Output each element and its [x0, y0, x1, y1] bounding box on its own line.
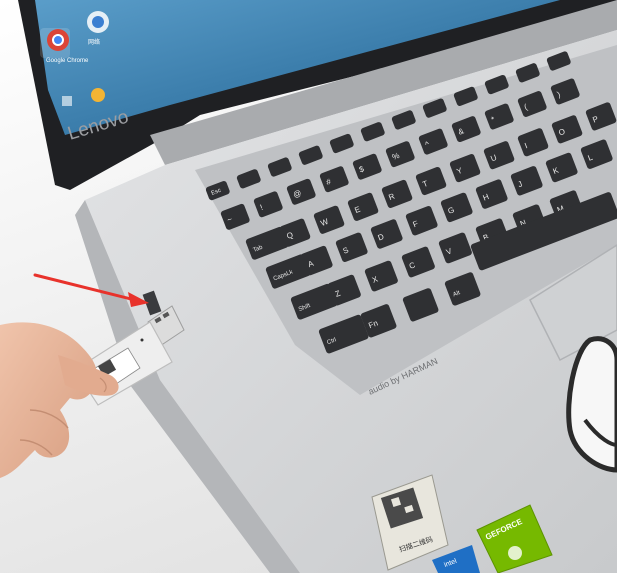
photo-scene: Google Chrome 网络 Lenovo Esc ~! @ # $% ^ & *() Ta…	[0, 0, 617, 573]
folder-icon[interactable]	[91, 88, 105, 102]
network-icon[interactable]	[87, 11, 109, 33]
hand	[0, 322, 97, 478]
laptop-photo: Google Chrome 网络 Lenovo Esc~!@#$%^&*()Ta…	[0, 0, 617, 573]
chrome-icon[interactable]	[47, 29, 69, 51]
windows-start-icon[interactable]	[62, 96, 72, 106]
desktop-icon-label-1: Google Chrome	[46, 58, 89, 64]
desktop-icon-label-2: 网络	[88, 38, 100, 46]
